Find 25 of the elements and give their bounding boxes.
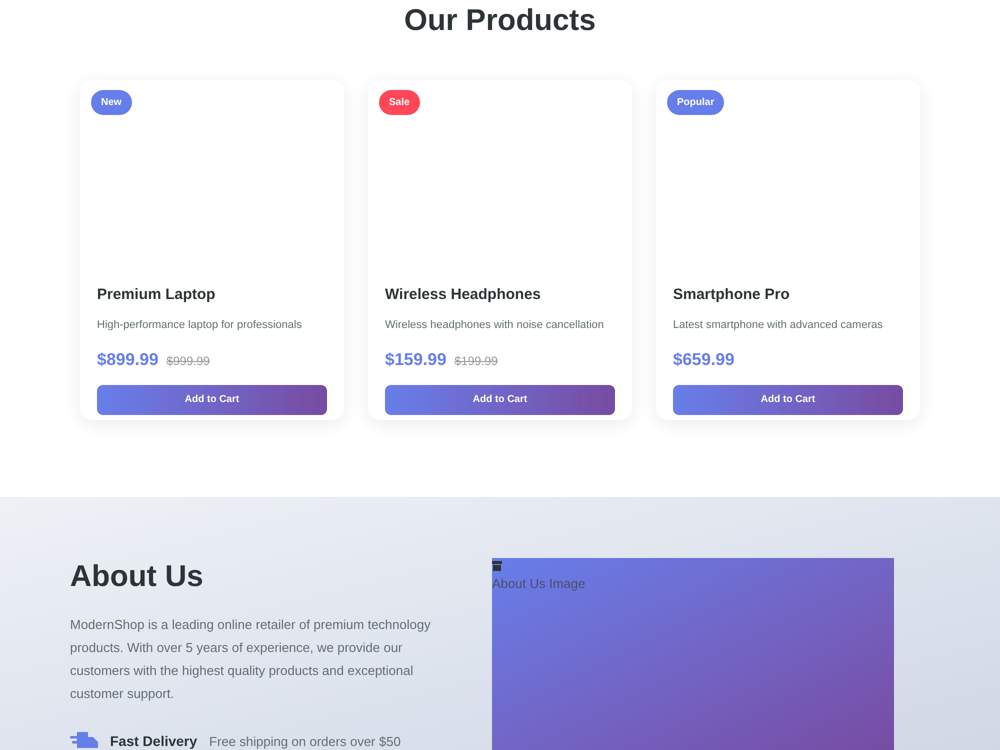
add-to-cart-button[interactable]: Add to Cart (97, 384, 327, 414)
feature-title: Fast Delivery (110, 732, 198, 750)
old-price: $999.99 (166, 353, 210, 370)
product-name: Wireless Headphones (385, 285, 542, 305)
store-icon (492, 561, 502, 571)
feature-description: Free shipping on orders over $50 (209, 732, 401, 750)
product-price: $899.99 (97, 349, 158, 371)
about-title: About Us (70, 559, 204, 595)
product-badge: Popular (667, 90, 724, 115)
product-badge: Sale (379, 90, 420, 115)
old-price: $199.99 (454, 353, 498, 370)
image-alt-text: About Us Image (492, 575, 586, 593)
truck-icon (70, 732, 98, 750)
product-description: Wireless headphones with noise cancellation (385, 318, 605, 332)
product-badge: New (91, 90, 132, 115)
product-price: $659.99 (673, 349, 734, 371)
product-price: $159.99 (385, 349, 446, 371)
section-title: Our Products (404, 3, 596, 39)
add-to-cart-button[interactable]: Add to Cart (673, 384, 903, 414)
about-paragraph: ModernShop is a leading online retailer of premium technology products. With over 5 years of experience, we provide our customers with the highest quality products and exceptional customer support. (70, 616, 432, 703)
product-description: High-performance laptop for professionals (97, 318, 303, 332)
add-to-cart-button[interactable]: Add to Cart (385, 384, 615, 414)
product-name: Smartphone Pro (673, 285, 791, 305)
product-name: Premium Laptop (97, 285, 216, 305)
product-description: Latest smartphone with advanced cameras (673, 318, 884, 332)
